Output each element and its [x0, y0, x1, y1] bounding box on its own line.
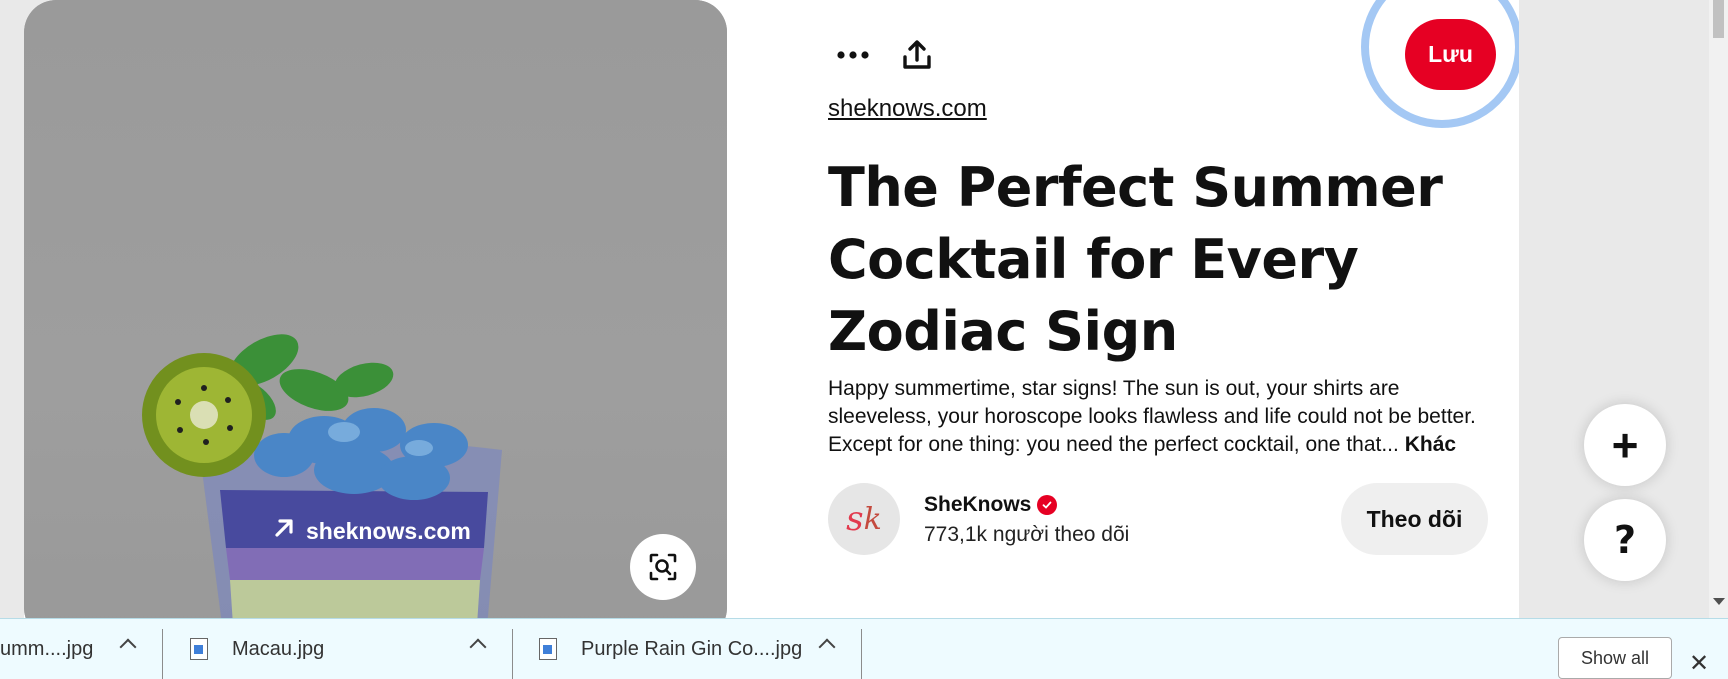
download-item[interactable]: umm....jpg — [0, 619, 160, 679]
download-bar: umm....jpg Macau.jpg Purple Rain Gin Co.… — [0, 618, 1728, 679]
download-filename: umm....jpg — [0, 637, 94, 660]
question-icon: ? — [1613, 518, 1637, 562]
help-button[interactable]: ? — [1584, 499, 1666, 581]
save-area: Lưu — [1359, 0, 1519, 142]
follow-button[interactable]: Theo dõi — [1341, 483, 1488, 555]
plus-icon: + — [1611, 419, 1639, 471]
download-filename: Purple Rain Gin Co....jpg — [581, 637, 803, 660]
save-button[interactable]: Lưu — [1405, 19, 1496, 90]
more-options-button[interactable] — [827, 29, 879, 81]
share-icon — [903, 40, 931, 69]
image-file-icon — [190, 638, 208, 660]
source-link[interactable]: sheknows.com — [272, 516, 471, 546]
pin-description: Happy summertime, star signs! The sun is… — [828, 375, 1488, 459]
download-item[interactable]: Macau.jpg — [190, 619, 500, 679]
arrow-up-right-icon — [272, 516, 296, 546]
visual-search-button[interactable] — [630, 534, 696, 600]
avatar-letter-k: k — [863, 501, 882, 537]
pin-image[interactable]: sheknows.com — [24, 0, 727, 618]
creator-name[interactable]: SheKnows — [924, 493, 1058, 517]
description-text: Happy summertime, star signs! The sun is… — [828, 377, 1476, 456]
share-button[interactable] — [891, 29, 943, 81]
verified-check-icon — [1037, 495, 1058, 515]
divider — [861, 629, 862, 679]
pin-card: sheknows.com Lưu sheknows.com The Perfec… — [24, 0, 1519, 618]
pin-title: The Perfect Summer Cocktail for Every Zo… — [828, 156, 1443, 363]
divider — [512, 629, 513, 679]
follower-count: 773,1k người theo dõi — [924, 523, 1130, 546]
page: sheknows.com Lưu sheknows.com The Perfec… — [0, 0, 1709, 618]
download-item[interactable]: Purple Rain Gin Co....jpg — [539, 619, 839, 679]
scroll-down-arrow-icon[interactable] — [1713, 598, 1725, 605]
visual-search-icon — [649, 553, 677, 581]
scrollbar-thumb[interactable] — [1713, 0, 1724, 38]
vertical-scrollbar[interactable] — [1709, 0, 1728, 618]
close-icon[interactable]: ✕ — [1689, 649, 1709, 678]
source-link-label: sheknows.com — [306, 517, 471, 544]
divider — [162, 629, 163, 679]
image-file-icon — [539, 638, 557, 660]
creator-row: sk SheKnows 773,1k người theo dõi Theo d… — [828, 483, 1488, 555]
more-link[interactable]: Khác — [1405, 433, 1456, 456]
domain-link[interactable]: sheknows.com — [828, 95, 987, 123]
creator-name-label: SheKnows — [924, 493, 1032, 516]
avatar[interactable]: sk — [828, 483, 900, 555]
download-filename: Macau.jpg — [232, 637, 325, 660]
avatar-letter-s: s — [846, 499, 864, 539]
show-all-button[interactable]: Show all — [1558, 637, 1672, 679]
ellipsis-icon — [837, 51, 869, 59]
create-button[interactable]: + — [1584, 404, 1666, 486]
